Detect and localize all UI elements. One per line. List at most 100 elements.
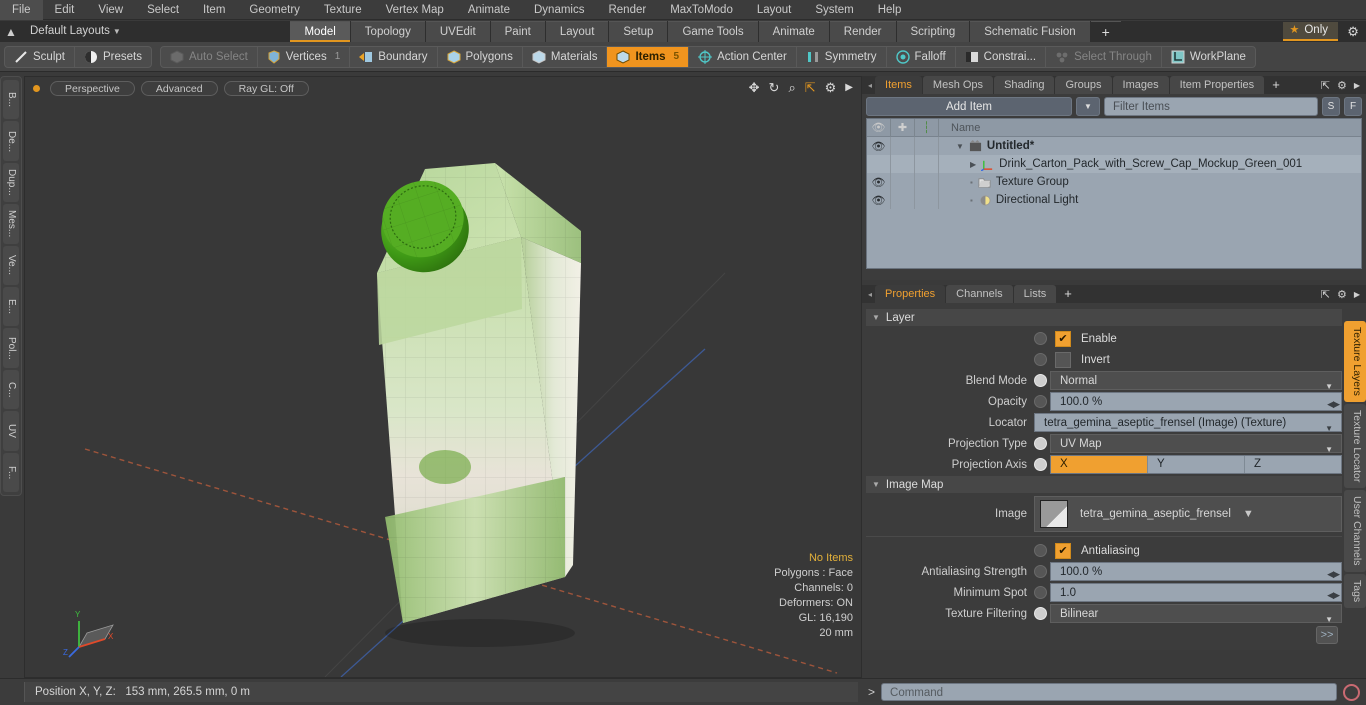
property-knob[interactable] [1034, 607, 1047, 620]
properties-section-image-map[interactable]: ▼ Image Map [866, 476, 1342, 493]
image-selector[interactable]: tetra_gemina_aseptic_frensel ▼ [1034, 496, 1342, 532]
right-tab-user-channels[interactable]: User Channels [1344, 490, 1366, 572]
right-tab-tags[interactable]: Tags [1344, 573, 1366, 608]
layout-tab-render[interactable]: Render [829, 21, 896, 42]
visibility-eye-off-icon[interactable] [867, 155, 891, 173]
items-tab-item-properties[interactable]: Item Properties [1169, 76, 1265, 94]
slider-minimum-spot[interactable]: 1.0 ◀▶ [1050, 583, 1342, 602]
menu-item-select[interactable]: Select [135, 0, 191, 20]
menu-item-layout[interactable]: Layout [745, 0, 804, 20]
menu-item-view[interactable]: View [86, 0, 135, 20]
play-icon[interactable]: ▶ [845, 81, 853, 95]
visibility-eye-icon[interactable]: 👁 [867, 191, 891, 209]
segment-x[interactable]: X [1051, 456, 1148, 473]
right-tab-texture-locator[interactable]: Texture Locator [1344, 403, 1366, 489]
toolbar-button-presets[interactable]: Presets [75, 47, 151, 67]
items-tab-images[interactable]: Images [1112, 76, 1169, 94]
menu-item-file[interactable]: File [0, 0, 43, 20]
settings-icon[interactable]: ⚙ [825, 81, 837, 95]
add-layout-tab-button[interactable]: + [1090, 21, 1121, 42]
property-knob[interactable] [1034, 544, 1047, 557]
left-tab-uv[interactable]: UV [3, 411, 19, 451]
toolbar-button-materials[interactable]: Materials [523, 46, 608, 67]
chevron-down-icon[interactable]: ▼ [1243, 508, 1254, 520]
spinner-arrows-icon[interactable]: ◀▶ [1327, 395, 1340, 414]
menu-item-help[interactable]: Help [866, 0, 914, 20]
panel-collapse-icon[interactable]: ◂ [868, 81, 872, 90]
add-items-tab-button[interactable]: + [1265, 76, 1287, 94]
item-lock-cell[interactable] [891, 173, 915, 191]
property-knob[interactable] [1034, 458, 1047, 471]
add-item-button[interactable]: Add Item [866, 97, 1072, 116]
menu-item-texture[interactable]: Texture [312, 0, 374, 20]
toolbar-button-falloff[interactable]: Falloff [887, 46, 956, 67]
section-collapse-icon[interactable]: ▼ [872, 480, 880, 489]
toolbar-button-sculpt[interactable]: Sculpt [5, 46, 75, 67]
visibility-eye-icon[interactable]: 👁 [867, 137, 891, 155]
chevron-right-icon[interactable]: ▶ [1354, 81, 1360, 90]
layout-tab-animate[interactable]: Animate [758, 21, 829, 42]
menu-item-item[interactable]: Item [191, 0, 237, 20]
item-tree-row[interactable]: 👁 ▪ Texture Group [867, 173, 1361, 191]
expander-down-icon[interactable]: ▼ [956, 142, 964, 151]
property-knob[interactable] [1034, 565, 1047, 578]
panel-collapse-icon-2[interactable]: ◂ [868, 290, 872, 299]
menu-item-dynamics[interactable]: Dynamics [522, 0, 596, 20]
layout-tab-model[interactable]: Model [290, 21, 350, 42]
item-axis-cell[interactable] [915, 137, 939, 155]
gear-icon[interactable]: ⚙ [1340, 21, 1366, 42]
checkbox-enable[interactable]: ✔ [1055, 330, 1071, 347]
filter-items-input[interactable]: Filter Items [1104, 97, 1318, 116]
layout-tab-scripting[interactable]: Scripting [896, 21, 970, 42]
toolbar-button-select-through[interactable]: Select Through [1046, 46, 1162, 67]
viewport-mode-button[interactable]: Perspective [50, 81, 135, 96]
toolbar-button-auto-select[interactable]: Auto Select [161, 46, 258, 67]
properties-tab-properties[interactable]: Properties [875, 285, 946, 303]
3d-viewport[interactable]: Perspective Advanced Ray GL: Off ✥ ↻ ⌕ ⇱… [24, 76, 862, 678]
toolbar-button-vertices[interactable]: Vertices 1 [258, 46, 351, 67]
property-knob[interactable] [1034, 586, 1047, 599]
layout-tab-topology[interactable]: Topology [350, 21, 425, 42]
property-knob[interactable] [1034, 332, 1047, 345]
command-input[interactable]: Command [881, 683, 1337, 701]
toolbar-button-constrai[interactable]: Constrai... [956, 46, 1047, 67]
item-lock-cell[interactable] [891, 155, 915, 173]
menu-item-maxtomodo[interactable]: MaxToModo [658, 0, 745, 20]
toolbar-button-symmetry[interactable]: Symmetry [797, 46, 887, 67]
checkbox-invert[interactable] [1055, 351, 1071, 368]
items-tab-mesh-ops[interactable]: Mesh Ops [922, 76, 994, 94]
filter-s-button[interactable]: S [1322, 97, 1340, 116]
toolbar-button-boundary[interactable]: Boundary [350, 46, 438, 67]
right-tab-texture-layers[interactable]: Texture Layers [1344, 321, 1366, 402]
record-icon[interactable] [1343, 683, 1360, 701]
item-tree-row[interactable]: ▶ Drink_Carton_Pack_with_Screw_Cap_Mockup… [867, 155, 1361, 173]
property-knob[interactable] [1034, 395, 1047, 408]
item-lock-cell[interactable] [891, 191, 915, 209]
item-axis-cell[interactable] [915, 191, 939, 209]
chevron-right-icon-2[interactable]: ▶ [1354, 290, 1360, 299]
layout-tab-game-tools[interactable]: Game Tools [668, 21, 758, 42]
item-tree-label-cell[interactable]: ▪ Texture Group [939, 176, 1361, 189]
left-tab-de[interactable]: De... [3, 121, 19, 161]
menu-item-geometry[interactable]: Geometry [237, 0, 312, 20]
only-toggle-button[interactable]: ★ Only [1283, 22, 1339, 41]
axis-gizmo[interactable]: Y X Z [61, 603, 131, 663]
item-lock-cell[interactable] [891, 137, 915, 155]
items-tab-shading[interactable]: Shading [994, 76, 1055, 94]
gear-icon-2[interactable]: ⚙ [1337, 288, 1347, 301]
left-tab-f[interactable]: F... [3, 452, 19, 493]
slider-opacity[interactable]: 100.0 % ◀▶ [1050, 392, 1342, 411]
add-item-dropdown-icon[interactable]: ▼ [1076, 97, 1100, 116]
layout-tab-uvedit[interactable]: UVEdit [425, 21, 490, 42]
property-knob[interactable] [1034, 353, 1047, 366]
item-tree-label-cell[interactable]: ▼ Untitled* [939, 139, 1361, 153]
slider-antialiasing-strength[interactable]: 100.0 % ◀▶ [1050, 562, 1342, 581]
home-icon[interactable]: ▲ [0, 21, 22, 42]
layout-tab-paint[interactable]: Paint [490, 21, 545, 42]
item-axis-cell[interactable] [915, 173, 939, 191]
layout-tab-layout[interactable]: Layout [545, 21, 609, 42]
toolbar-button-workplane[interactable]: WorkPlane [1162, 47, 1255, 67]
toolbar-button-items[interactable]: Items 5 [607, 46, 690, 67]
add-properties-tab-button[interactable]: + [1057, 285, 1079, 303]
item-tree-row[interactable]: 👁 ▪ Directional Light [867, 191, 1361, 209]
